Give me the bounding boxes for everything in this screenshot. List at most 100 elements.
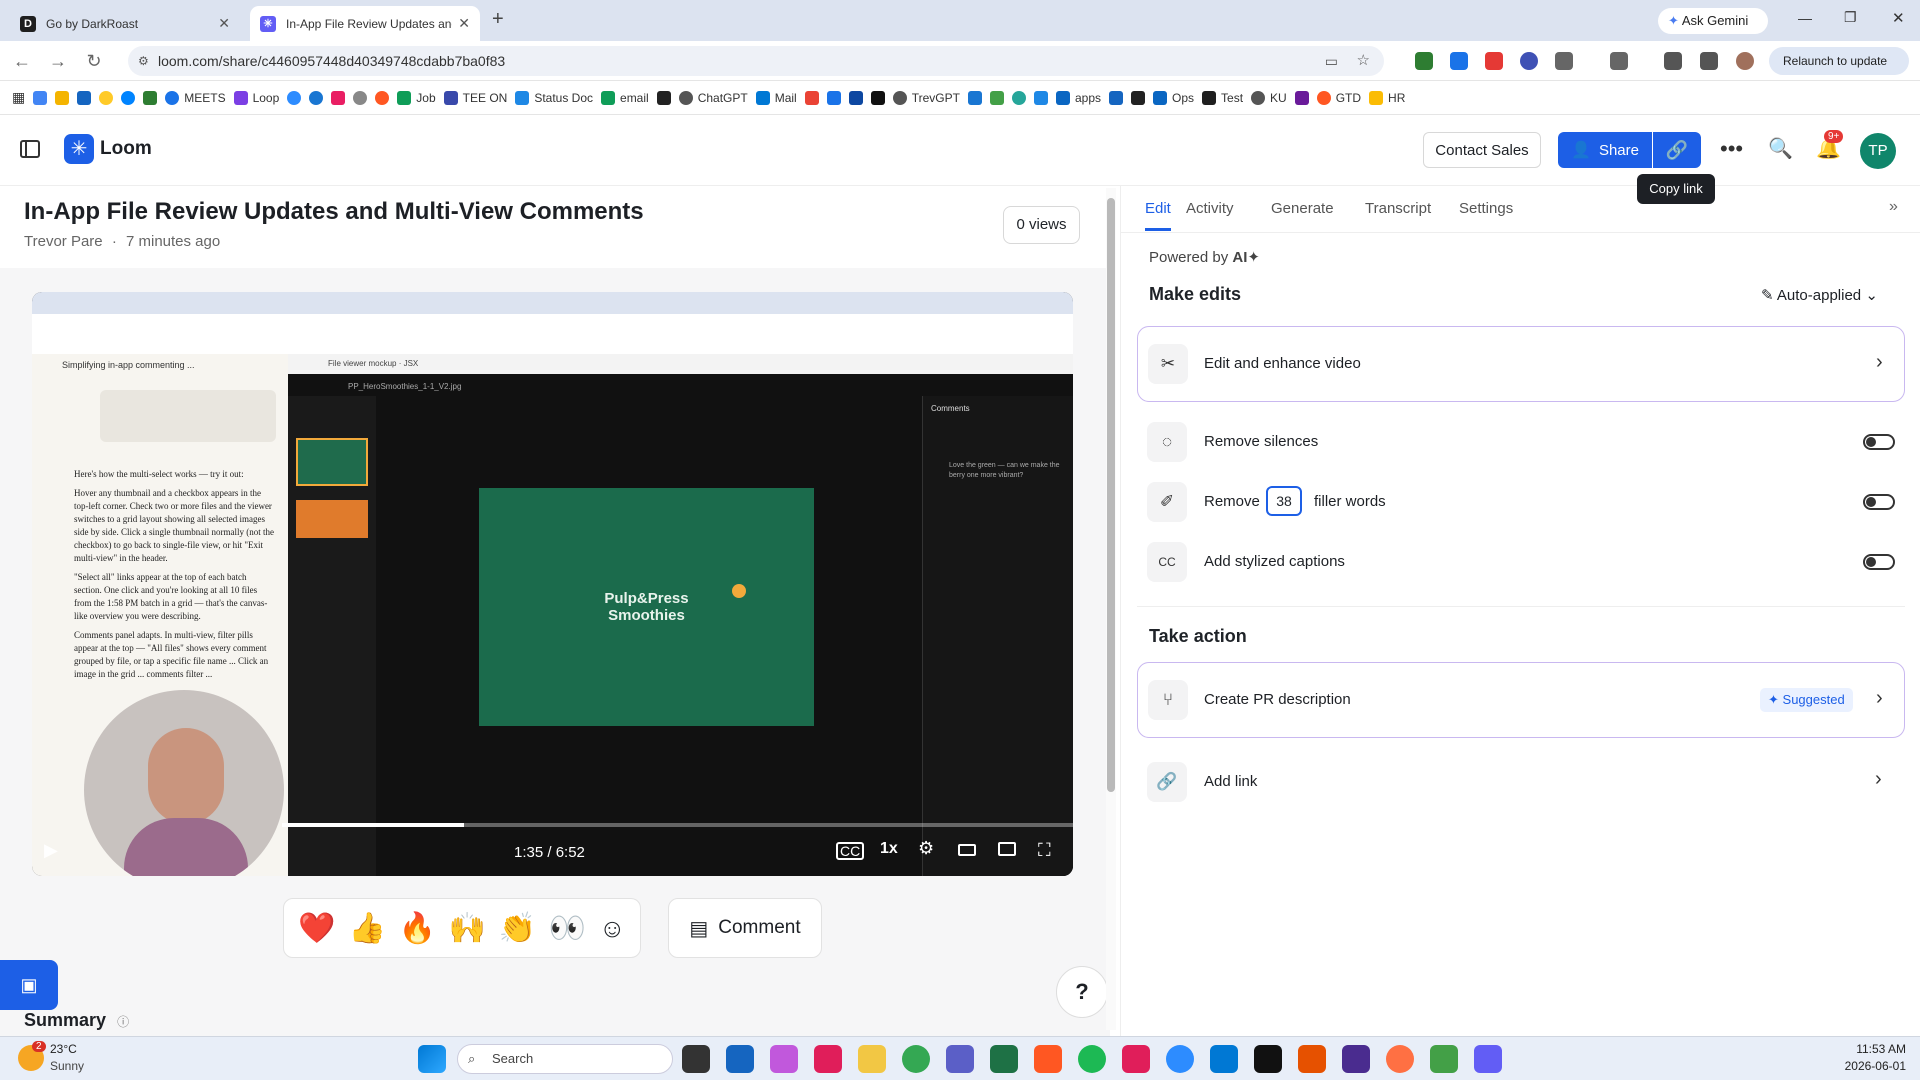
download-icon[interactable] xyxy=(1664,52,1682,70)
theater-icon[interactable] xyxy=(958,844,976,856)
slack-icon[interactable] xyxy=(1122,1045,1150,1073)
cast-icon[interactable] xyxy=(1610,52,1628,70)
bookmark-icon[interactable] xyxy=(353,90,368,105)
contact-sales-button[interactable]: Contact Sales xyxy=(1423,132,1541,168)
bookmark-icon[interactable] xyxy=(55,90,70,105)
copy-link-button[interactable]: 🔗 xyxy=(1653,132,1701,168)
chrome-icon[interactable] xyxy=(902,1045,930,1073)
bookmark-icon[interactable] xyxy=(1131,90,1145,105)
task-view-icon[interactable] xyxy=(682,1045,710,1073)
taskbar-app-icon[interactable] xyxy=(1342,1045,1370,1073)
remove-silences-toggle[interactable] xyxy=(1863,434,1895,450)
bookmark-loop[interactable]: Loop xyxy=(233,90,279,105)
scrollbar-track[interactable] xyxy=(1106,188,1116,1030)
claude-icon[interactable] xyxy=(1386,1045,1414,1073)
forward-icon[interactable]: → xyxy=(46,49,70,73)
reaction-fire[interactable]: 🔥 xyxy=(399,911,436,946)
sidebar-toggle-icon[interactable] xyxy=(20,140,40,158)
bookmark-icon[interactable] xyxy=(989,90,1004,105)
taskbar-app-icon[interactable] xyxy=(1298,1045,1326,1073)
close-icon[interactable]: ✕ xyxy=(458,15,470,32)
spotify-icon[interactable] xyxy=(1078,1045,1106,1073)
file-explorer-icon[interactable] xyxy=(858,1045,886,1073)
auto-applied-dropdown[interactable]: ✎ Auto-applied ⌄ xyxy=(1761,286,1878,304)
play-icon[interactable]: ▶ xyxy=(44,840,58,861)
pip-icon[interactable] xyxy=(998,842,1016,856)
site-info-icon[interactable]: ⚙ xyxy=(138,46,149,76)
author-name[interactable]: Trevor Pare xyxy=(24,233,103,250)
user-avatar[interactable]: TP xyxy=(1860,133,1896,169)
filler-count-input[interactable]: 38 xyxy=(1266,486,1302,516)
bookmark-test[interactable]: Test xyxy=(1202,90,1243,105)
share-button[interactable]: 👤 Share xyxy=(1558,132,1652,168)
loom-icon[interactable] xyxy=(1474,1045,1502,1073)
filler-words-toggle[interactable] xyxy=(1863,494,1895,510)
pocket-icon[interactable] xyxy=(1485,52,1503,70)
relaunch-button[interactable]: Relaunch to update ⋮ xyxy=(1769,47,1909,96)
bookmark-icon[interactable] xyxy=(1109,90,1123,105)
bookmark-meets[interactable]: MEETS xyxy=(165,90,226,105)
edit-enhance-card[interactable]: ✂ Edit and enhance video › xyxy=(1137,326,1905,402)
address-bar[interactable]: ⚙ loom.com/share/c4460957448d40349748cda… xyxy=(128,46,1384,76)
taskbar-app-icon[interactable] xyxy=(726,1045,754,1073)
bookmark-tee-on[interactable]: TEE ON xyxy=(443,90,507,105)
bookmark-icon[interactable] xyxy=(33,90,48,105)
tab-generate[interactable]: Generate xyxy=(1271,200,1334,217)
bookmark-icon[interactable] xyxy=(99,90,114,105)
bookmark-chatgpt[interactable]: ChatGPT xyxy=(678,90,748,105)
media-icon[interactable] xyxy=(1700,52,1718,70)
bookmark-ops[interactable]: Ops xyxy=(1153,90,1194,105)
info-icon[interactable]: ⓘ xyxy=(117,1015,129,1029)
taskbar-search[interactable]: ⌕ Search xyxy=(457,1044,673,1074)
minimize-icon[interactable]: — xyxy=(1798,10,1812,26)
bookmark-icon[interactable] xyxy=(967,90,982,105)
bookmark-status-doc[interactable]: Status Doc xyxy=(515,90,593,105)
reaction-raised-hands[interactable]: 🙌 xyxy=(449,911,486,946)
progress-bar[interactable] xyxy=(282,823,1073,827)
tab-darkroast[interactable]: D Go by DarkRoast ✕ xyxy=(10,6,240,41)
excel-icon[interactable] xyxy=(990,1045,1018,1073)
bookmark-email[interactable]: email xyxy=(601,90,649,105)
scrollbar-thumb[interactable] xyxy=(1107,198,1115,792)
bookmark-icon[interactable] xyxy=(1294,90,1309,105)
bookmark-icon[interactable] xyxy=(143,90,158,105)
reaction-eyes[interactable]: 👀 xyxy=(549,911,586,946)
extension-icon[interactable] xyxy=(1520,52,1538,70)
bookmark-icon[interactable] xyxy=(848,90,863,105)
restore-icon[interactable]: ❐ xyxy=(1844,9,1857,26)
tab-loom-active[interactable]: ✳ In-App File Review Updates and ✕ xyxy=(250,6,480,41)
taskbar-app-icon[interactable] xyxy=(1034,1045,1062,1073)
views-button[interactable]: 0 views xyxy=(1003,206,1080,244)
speed-button[interactable]: 1x xyxy=(880,840,898,858)
bookmark-icon[interactable] xyxy=(77,90,92,105)
search-icon[interactable]: 🔍 xyxy=(1768,136,1793,161)
gear-icon[interactable]: ⚙ xyxy=(918,838,934,859)
reload-icon[interactable]: ↻ xyxy=(82,49,106,73)
bookmark-icon[interactable] xyxy=(1033,90,1048,105)
bookmark-mail[interactable]: Mail xyxy=(755,90,797,105)
loom-logo-icon[interactable]: ✳ xyxy=(64,134,94,164)
bookmark-icon[interactable] xyxy=(331,90,346,105)
comment-button[interactable]: ▤ Comment xyxy=(668,898,822,958)
add-link-row[interactable]: 🔗 Add link › xyxy=(1137,750,1905,814)
back-icon[interactable]: ← xyxy=(10,49,34,73)
reaction-heart[interactable]: ❤️ xyxy=(298,911,335,946)
close-icon[interactable]: ✕ xyxy=(218,15,230,32)
captions-toggle[interactable] xyxy=(1863,554,1895,570)
taskbar-app-icon[interactable] xyxy=(1254,1045,1282,1073)
zoom-icon[interactable] xyxy=(287,90,302,105)
help-button[interactable]: ? xyxy=(1056,966,1108,1018)
reaction-thumbs-up[interactable]: 👍 xyxy=(348,911,385,946)
ask-gemini-button[interactable]: ✦ Ask Gemini xyxy=(1658,8,1768,34)
teams-icon[interactable] xyxy=(946,1045,974,1073)
bookmark-icon[interactable] xyxy=(309,90,324,105)
reaction-clap[interactable]: 👏 xyxy=(499,911,536,946)
bookmark-hr[interactable]: HR xyxy=(1369,90,1405,105)
bookmark-apps[interactable]: apps xyxy=(1055,90,1101,105)
copilot-icon[interactable] xyxy=(770,1045,798,1073)
tab-activity[interactable]: Activity xyxy=(1186,200,1234,217)
webcam-bubble[interactable] xyxy=(84,690,284,876)
video-player[interactable]: Simplifying in-app commenting ... Here's… xyxy=(32,292,1073,876)
bookmark-icon[interactable] xyxy=(870,90,885,105)
bookmark-icon[interactable] xyxy=(656,90,671,105)
